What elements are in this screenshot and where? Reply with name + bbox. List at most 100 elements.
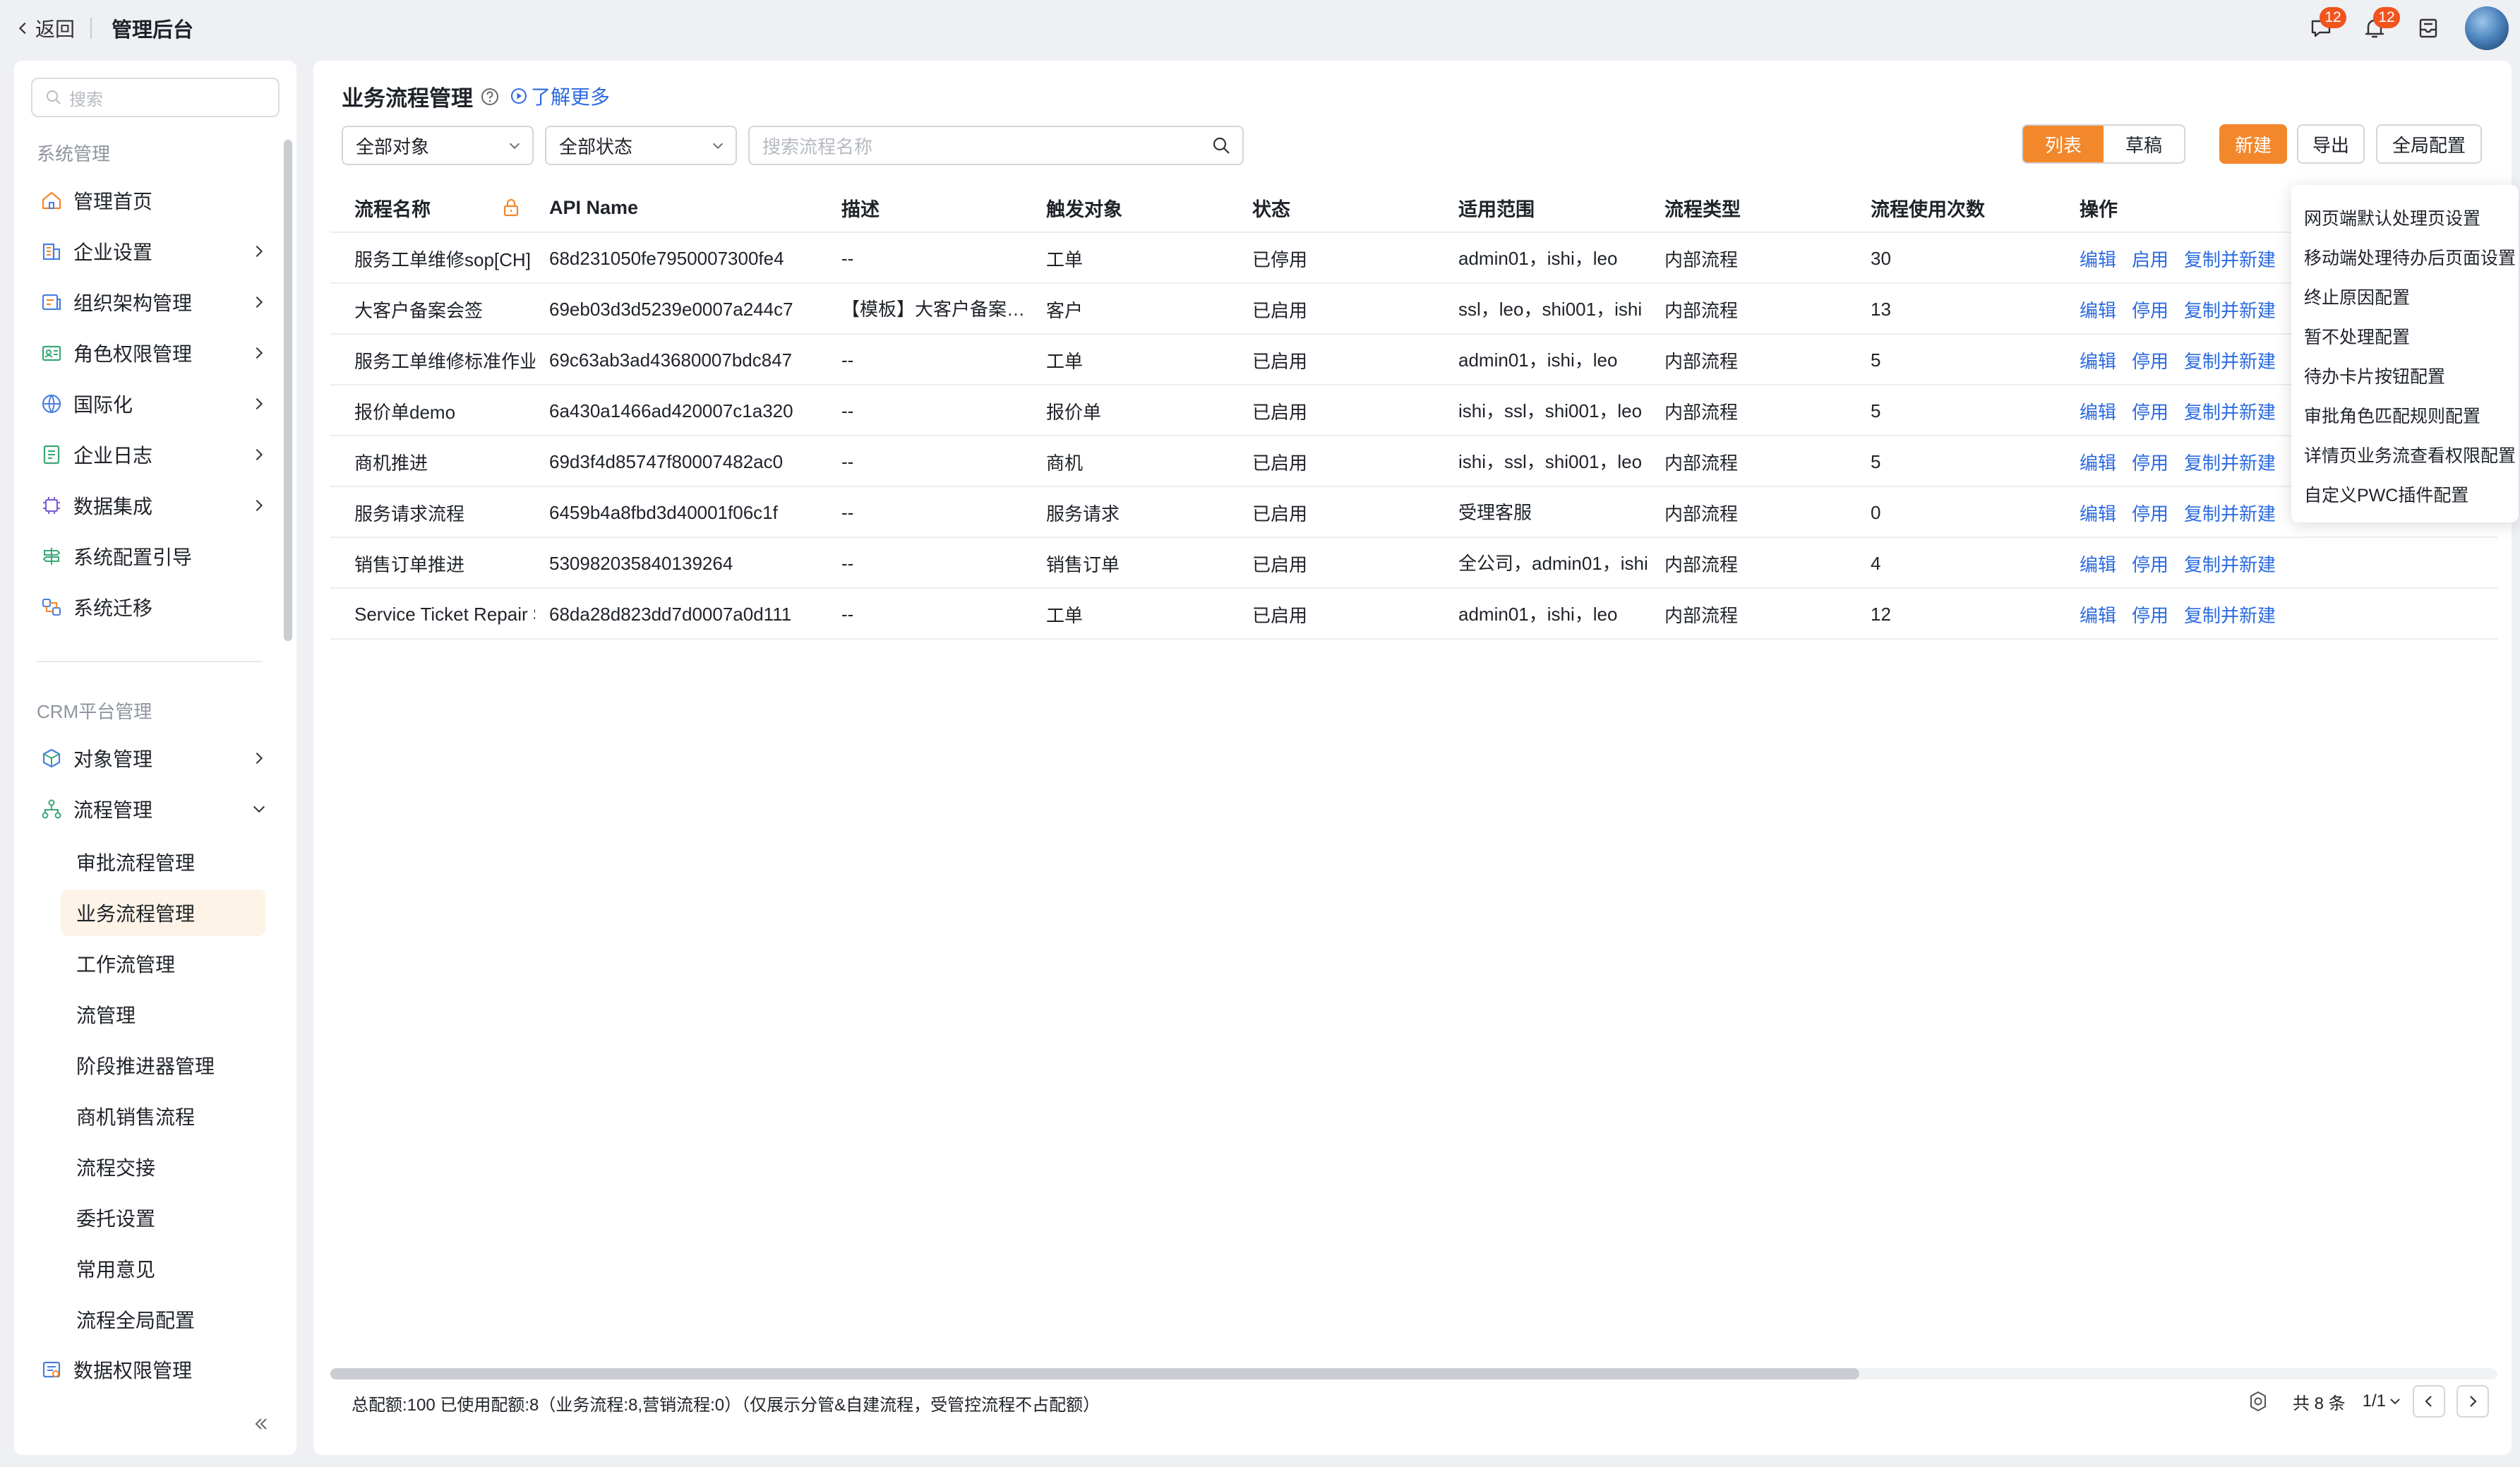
copy-create-link[interactable]: 复制并新建 [2184,347,2276,373]
search-icon[interactable] [1211,136,1231,155]
settings-gear-icon[interactable] [2246,1389,2270,1413]
cell-api-name: 6a430a1466ad420007c1a320 [549,400,793,421]
prev-page-button[interactable] [2413,1385,2445,1418]
copy-create-link[interactable]: 复制并新建 [2184,246,2276,272]
sidebar-subitem-opportunity-sales[interactable]: 商机销售流程 [61,1093,265,1139]
export-button[interactable]: 导出 [2297,124,2365,164]
dropdown-menu-item[interactable]: 详情页业务流查看权限配置 [2291,435,2519,474]
tab-list[interactable]: 列表 [2023,126,2104,162]
next-page-button[interactable] [2456,1385,2489,1418]
dropdown-menu-item[interactable]: 移动端处理待办后页面设置 [2291,237,2519,277]
flow-icon [40,797,64,821]
copy-create-link[interactable]: 复制并新建 [2184,297,2276,323]
sidebar-item-data-permission[interactable]: 数据权限管理 [40,1349,272,1390]
copy-create-link[interactable]: 复制并新建 [2184,398,2276,424]
sidebar-item-log[interactable]: 企业日志 [40,434,272,475]
message-button[interactable]: 12 [2304,7,2346,45]
toggle-status-link[interactable]: 停用 [2132,551,2168,577]
avatar[interactable] [2465,6,2509,50]
sidebar-subitem-flow-handover[interactable]: 流程交接 [61,1144,265,1190]
sidebar-subitem-stage-advancer[interactable]: 阶段推进器管理 [61,1042,265,1089]
sidebar-search-input[interactable]: 搜索 [31,78,280,117]
copy-create-link[interactable]: 复制并新建 [2184,551,2276,577]
sidebar-subitem-common-opinions[interactable]: 常用意见 [61,1245,265,1292]
object-filter-select[interactable]: 全部对象 [342,126,534,165]
todo-button[interactable] [2411,11,2445,45]
sidebar-item-label: 企业设置 [73,241,153,263]
tab-draft[interactable]: 草稿 [2104,126,2184,162]
sidebar-item-org[interactable]: 组织架构管理 [40,282,272,323]
table-body: 服务工单维修sop[CH] 68d231050fe7950007300fe4 -- 工… [330,233,2497,640]
cell-scope: ishi，ssl，shi001，leo [1458,451,1643,472]
edit-link[interactable]: 编辑 [2080,449,2116,475]
chevron-right-icon [2470,1396,2477,1407]
dropdown-menu-item[interactable]: 网页端默认处理页设置 [2291,198,2519,237]
toggle-status-link[interactable]: 启用 [2132,246,2168,272]
cell-trigger-object: 工单 [1046,249,1084,270]
chevron-right-icon [256,752,263,765]
toggle-status-link[interactable]: 停用 [2132,449,2168,475]
sidebar-subitem-delegation[interactable]: 委托设置 [61,1194,265,1241]
sidebar-item-i18n[interactable]: 国际化 [40,383,272,424]
main-panel: 业务流程管理 了解更多 全部对象 全部状态 搜索流程名称 列表 草稿 新建 导出… [313,61,2512,1455]
flow-search-input[interactable]: 搜索流程名称 [748,126,1244,165]
sidebar-scrollbar[interactable] [284,140,292,641]
toggle-status-link[interactable]: 停用 [2132,500,2168,526]
app-title: 管理后台 [112,19,194,42]
status-filter-select[interactable]: 全部状态 [545,126,737,165]
sidebar-item-data-integration[interactable]: 数据集成 [40,485,272,526]
new-button[interactable]: 新建 [2219,124,2287,164]
help-circle-icon[interactable] [480,87,500,107]
cell-trigger-object: 商机 [1046,452,1084,474]
sidebar-subitem-stream[interactable]: 流管理 [61,991,265,1038]
sidebar-item-company-settings[interactable]: 企业设置 [40,231,272,272]
sidebar-item-flow-management[interactable]: 流程管理 [40,789,272,830]
dropdown-menu-item[interactable]: 暂不处理配置 [2291,316,2519,356]
row-actions: 编辑 停用 复制并新建 [2080,284,2291,335]
copy-create-link[interactable]: 复制并新建 [2184,601,2276,628]
dropdown-menu-item[interactable]: 待办卡片按钮配置 [2291,356,2519,395]
notification-button[interactable]: 12 [2358,7,2400,45]
dropdown-menu-item[interactable]: 审批角色匹配规则配置 [2291,395,2519,435]
copy-create-link[interactable]: 复制并新建 [2184,449,2276,475]
sidebar-subitem-workflow[interactable]: 工作流管理 [61,940,265,987]
page-select[interactable]: 1/1 [2363,1391,2401,1411]
learn-more-link[interactable]: 了解更多 [510,82,610,110]
lock-icon[interactable] [501,198,521,217]
sidebar-item-role[interactable]: 角色权限管理 [40,333,272,373]
edit-link[interactable]: 编辑 [2080,246,2116,272]
row-actions: 编辑 停用 复制并新建 [2080,436,2291,487]
global-config-button[interactable]: 全局配置 [2376,124,2482,164]
dropdown-menu-item[interactable]: 终止原因配置 [2291,277,2519,316]
chevron-right-icon [256,347,263,359]
sidebar-item-object-management[interactable]: 对象管理 [40,738,272,779]
edit-link[interactable]: 编辑 [2080,551,2116,577]
sidebar-item-migration[interactable]: 系统迁移 [40,587,272,628]
sidebar-item-config-guide[interactable]: 系统配置引导 [40,536,272,577]
edit-link[interactable]: 编辑 [2080,601,2116,628]
divider [90,18,92,39]
dropdown-menu-item[interactable]: 自定义PWC插件配置 [2291,474,2519,514]
sidebar-item-home[interactable]: 管理首页 [40,180,272,221]
toggle-status-link[interactable]: 停用 [2132,601,2168,628]
edit-link[interactable]: 编辑 [2080,500,2116,526]
toggle-status-link[interactable]: 停用 [2132,347,2168,373]
cell-scope: admin01，ishi，leo [1458,604,1618,625]
back-button[interactable]: 返回 [16,14,75,42]
scrollbar-thumb[interactable] [330,1368,1859,1379]
edit-link[interactable]: 编辑 [2080,398,2116,424]
toggle-status-link[interactable]: 停用 [2132,398,2168,424]
collapse-sidebar-icon[interactable] [250,1413,271,1435]
sidebar: 搜索 系统管理 管理首页 企业设置 组织架构管理 角色权限管理 国际化 企业日志… [14,61,296,1455]
edit-link[interactable]: 编辑 [2080,297,2116,323]
table-horizontal-scrollbar[interactable] [330,1368,2497,1379]
chevron-left-icon [2425,1396,2432,1407]
sidebar-subitem-approval-flow[interactable]: 审批流程管理 [61,839,265,885]
column-header: 描述 [841,198,880,220]
copy-create-link[interactable]: 复制并新建 [2184,500,2276,526]
edit-link[interactable]: 编辑 [2080,347,2116,373]
cell-flow-name: 服务工单维修标准作业 [354,350,535,372]
sidebar-subitem-business-flow[interactable]: 业务流程管理 [61,890,265,936]
sidebar-subitem-global-config[interactable]: 流程全局配置 [61,1296,265,1343]
toggle-status-link[interactable]: 停用 [2132,297,2168,323]
